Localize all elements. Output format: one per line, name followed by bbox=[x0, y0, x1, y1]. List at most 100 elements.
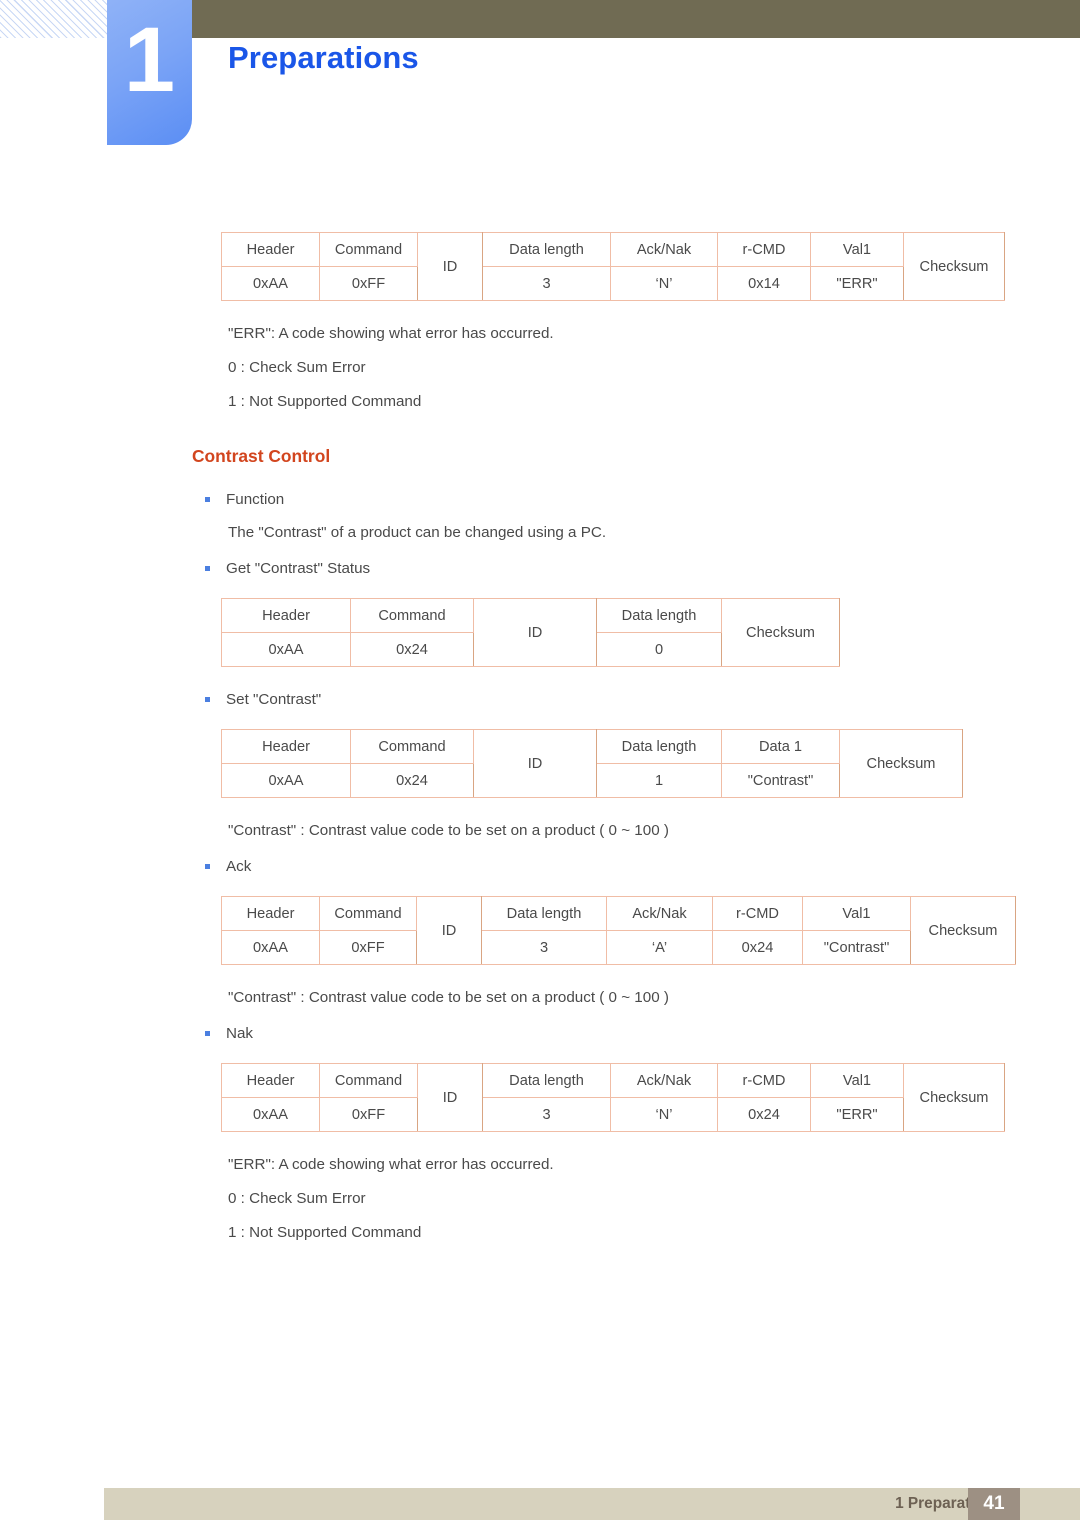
cell-datalength-value: 0 bbox=[596, 632, 722, 667]
table-row-header: Header Command ID Data length Ack/Nak r-… bbox=[221, 232, 1005, 301]
set-contrast-note: "Contrast" : Contrast value code to be s… bbox=[228, 822, 669, 839]
cell-datalength-value: 3 bbox=[482, 1097, 611, 1132]
chapter-number: 1 bbox=[123, 9, 176, 111]
ack-note: "Contrast" : Contrast value code to be s… bbox=[228, 989, 669, 1006]
bullet-get-contrast-status: Get "Contrast" Status bbox=[205, 559, 370, 579]
bullet-set-contrast-label: Set "Contrast" bbox=[226, 691, 322, 708]
top-note-checksum-error: 0 : Check Sum Error bbox=[228, 359, 366, 376]
cell-datalength-value: 3 bbox=[481, 930, 607, 965]
bullet-nak-label: Nak bbox=[226, 1025, 254, 1042]
page-number: 41 bbox=[983, 1493, 1005, 1514]
cell-command-label: Command bbox=[319, 232, 418, 267]
cell-header-label: Header bbox=[221, 896, 320, 931]
bullet-square-icon bbox=[205, 1030, 210, 1036]
cell-datalength-label: Data length bbox=[482, 232, 611, 267]
cell-rcmd-value: 0x24 bbox=[717, 1097, 811, 1132]
cell-datalength-label: Data length bbox=[596, 729, 722, 764]
nak-table: Header Command ID Data length Ack/Nak r-… bbox=[221, 1063, 1005, 1132]
cell-header-label: Header bbox=[221, 598, 351, 633]
cell-rcmd-value: 0x24 bbox=[712, 930, 803, 965]
set-contrast-table: Header Command ID Data length Data 1 Che… bbox=[221, 729, 963, 798]
cell-val1-label: Val1 bbox=[810, 1063, 904, 1098]
top-note-err: "ERR": A code showing what error has occ… bbox=[228, 325, 554, 342]
top-nak-table-wrap: Header Command ID Data length Ack/Nak r-… bbox=[221, 232, 1005, 301]
ack-table: Header Command ID Data length Ack/Nak r-… bbox=[221, 896, 1016, 965]
cell-checksum: Checksum bbox=[903, 232, 1005, 301]
function-description: The "Contrast" of a product can be chang… bbox=[228, 524, 607, 541]
cell-header-value: 0xAA bbox=[221, 930, 320, 965]
table-row-header: Header Command ID Data length Checksum bbox=[221, 598, 840, 667]
bullet-function: Function bbox=[205, 490, 284, 510]
cell-val1-label: Val1 bbox=[810, 232, 904, 267]
cell-header-label: Header bbox=[221, 729, 351, 764]
cell-id: ID bbox=[473, 729, 597, 798]
bullet-square-icon bbox=[205, 863, 210, 869]
table-row-header: Header Command ID Data length Ack/Nak r-… bbox=[221, 896, 1016, 965]
cell-id: ID bbox=[473, 598, 597, 667]
cell-val1-value: "Contrast" bbox=[802, 930, 911, 965]
cell-command-value: 0xFF bbox=[319, 266, 418, 301]
ack-table-wrap: Header Command ID Data length Ack/Nak r-… bbox=[221, 896, 1016, 965]
cell-command-value: 0x24 bbox=[350, 763, 474, 798]
cell-checksum: Checksum bbox=[910, 896, 1016, 965]
cell-command-value: 0xFF bbox=[319, 1097, 418, 1132]
get-contrast-table-wrap: Header Command ID Data length Checksum 0… bbox=[221, 598, 840, 667]
table-row-values: 0xAA 0xFF 3 ‘N’ 0x14 "ERR" bbox=[221, 266, 1005, 301]
cell-header-label: Header bbox=[221, 232, 320, 267]
cell-checksum: Checksum bbox=[721, 598, 840, 667]
cell-val1-value: "ERR" bbox=[810, 1097, 904, 1132]
header-olive-bar bbox=[192, 0, 1080, 38]
cell-command-label: Command bbox=[319, 896, 417, 931]
cell-header-value: 0xAA bbox=[221, 763, 351, 798]
bullet-get-contrast-status-label: Get "Contrast" Status bbox=[226, 560, 371, 577]
table-row-header: Header Command ID Data length Data 1 Che… bbox=[221, 729, 963, 798]
cell-header-value: 0xAA bbox=[221, 1097, 320, 1132]
hatch-decoration bbox=[0, 0, 107, 38]
cell-command-label: Command bbox=[350, 729, 474, 764]
bullet-square-icon bbox=[205, 696, 210, 702]
table-row-values: 0xAA 0xFF 3 ‘N’ 0x24 "ERR" bbox=[221, 1097, 1005, 1132]
cell-acknak-label: Ack/Nak bbox=[610, 232, 718, 267]
table-row-header: Header Command ID Data length Ack/Nak r-… bbox=[221, 1063, 1005, 1132]
cell-command-value: 0x24 bbox=[350, 632, 474, 667]
cell-datalength-value: 1 bbox=[596, 763, 722, 798]
cell-acknak-label: Ack/Nak bbox=[610, 1063, 718, 1098]
cell-data1-label: Data 1 bbox=[721, 729, 840, 764]
cell-datalength-label: Data length bbox=[482, 1063, 611, 1098]
bullet-nak: Nak bbox=[205, 1024, 253, 1044]
cell-rcmd-label: r-CMD bbox=[717, 232, 811, 267]
cell-acknak-label: Ack/Nak bbox=[606, 896, 713, 931]
section-heading-contrast-control: Contrast Control bbox=[192, 446, 331, 466]
cell-acknak-value: ‘A’ bbox=[606, 930, 713, 965]
cell-datalength-label: Data length bbox=[596, 598, 722, 633]
bullet-set-contrast: Set "Contrast" bbox=[205, 690, 321, 710]
chapter-tab: 1 bbox=[107, 0, 192, 145]
cell-acknak-value: ‘N’ bbox=[610, 266, 718, 301]
bullet-function-label: Function bbox=[226, 491, 285, 508]
cell-rcmd-label: r-CMD bbox=[712, 896, 803, 931]
cell-command-value: 0xFF bbox=[319, 930, 417, 965]
top-note-not-supported: 1 : Not Supported Command bbox=[228, 393, 422, 410]
bullet-ack-label: Ack bbox=[226, 858, 252, 875]
cell-datalength-value: 3 bbox=[482, 266, 611, 301]
cell-acknak-value: ‘N’ bbox=[610, 1097, 718, 1132]
cell-rcmd-label: r-CMD bbox=[717, 1063, 811, 1098]
cell-data1-value: "Contrast" bbox=[721, 763, 840, 798]
cell-command-label: Command bbox=[319, 1063, 418, 1098]
cell-checksum: Checksum bbox=[903, 1063, 1005, 1132]
cell-datalength-label: Data length bbox=[481, 896, 607, 931]
nak-table-wrap: Header Command ID Data length Ack/Nak r-… bbox=[221, 1063, 1005, 1132]
table-row-values: 0xAA 0xFF 3 ‘A’ 0x24 "Contrast" bbox=[221, 930, 1016, 965]
cell-id: ID bbox=[417, 232, 483, 301]
cell-checksum: Checksum bbox=[839, 729, 963, 798]
cell-header-value: 0xAA bbox=[221, 632, 351, 667]
bullet-square-icon bbox=[205, 565, 210, 571]
nak-note-err: "ERR": A code showing what error has occ… bbox=[228, 1156, 554, 1173]
nak-note-not-supported: 1 : Not Supported Command bbox=[228, 1224, 422, 1241]
page-title: Preparations bbox=[228, 40, 419, 75]
top-nak-table: Header Command ID Data length Ack/Nak r-… bbox=[221, 232, 1005, 301]
get-contrast-status-table: Header Command ID Data length Checksum 0… bbox=[221, 598, 840, 667]
cell-header-label: Header bbox=[221, 1063, 320, 1098]
cell-id: ID bbox=[417, 1063, 483, 1132]
cell-header-value: 0xAA bbox=[221, 266, 320, 301]
